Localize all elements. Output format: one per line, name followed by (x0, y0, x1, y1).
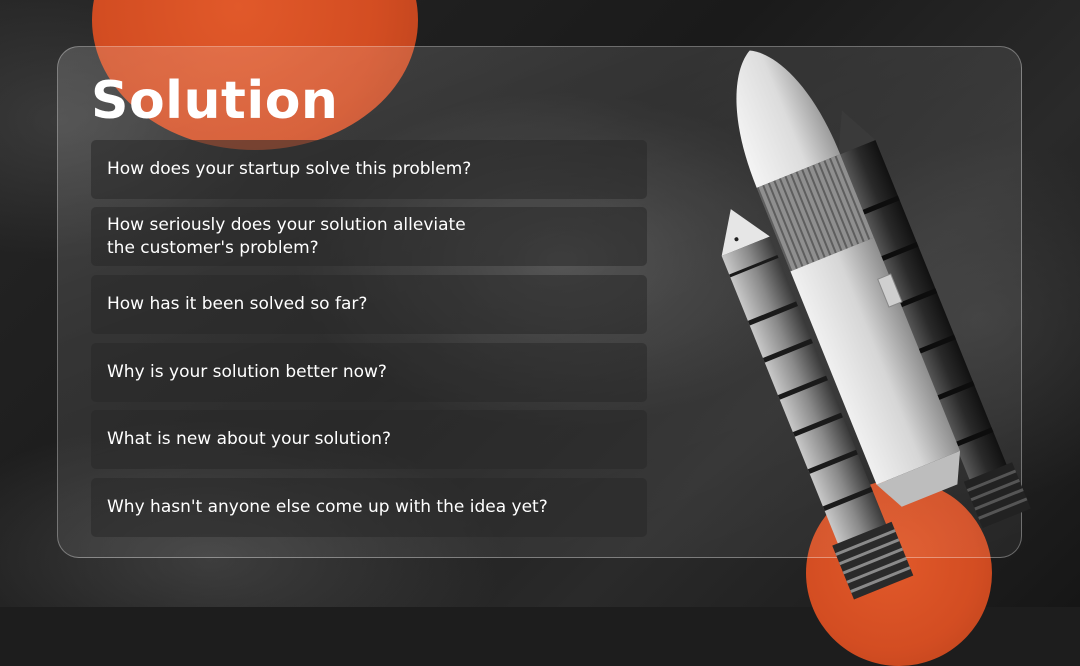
item-text: How seriously does your solution allevia… (107, 214, 466, 235)
list-item: How has it been solved so far? (91, 275, 647, 334)
item-text: What is new about your solution? (107, 429, 392, 449)
slide-title: Solution (91, 71, 339, 131)
item-text: How does your startup solve this problem… (107, 159, 472, 179)
space-shuttle-rocket (721, 50, 1031, 600)
list-item: What is new about your solution? (91, 410, 647, 469)
item-text: How has it been solved so far? (107, 294, 368, 314)
list-item: How seriously does your solution allevia… (91, 207, 647, 266)
list-item: Why hasn't anyone else come up with the … (91, 478, 647, 537)
item-text: Why hasn't anyone else come up with the … (107, 497, 548, 517)
item-text: Why is your solution better now? (107, 362, 387, 382)
item-text-line2: the customer's problem? (107, 237, 319, 258)
list-item: How does your startup solve this problem… (91, 140, 647, 199)
list-item: Why is your solution better now? (91, 343, 647, 402)
